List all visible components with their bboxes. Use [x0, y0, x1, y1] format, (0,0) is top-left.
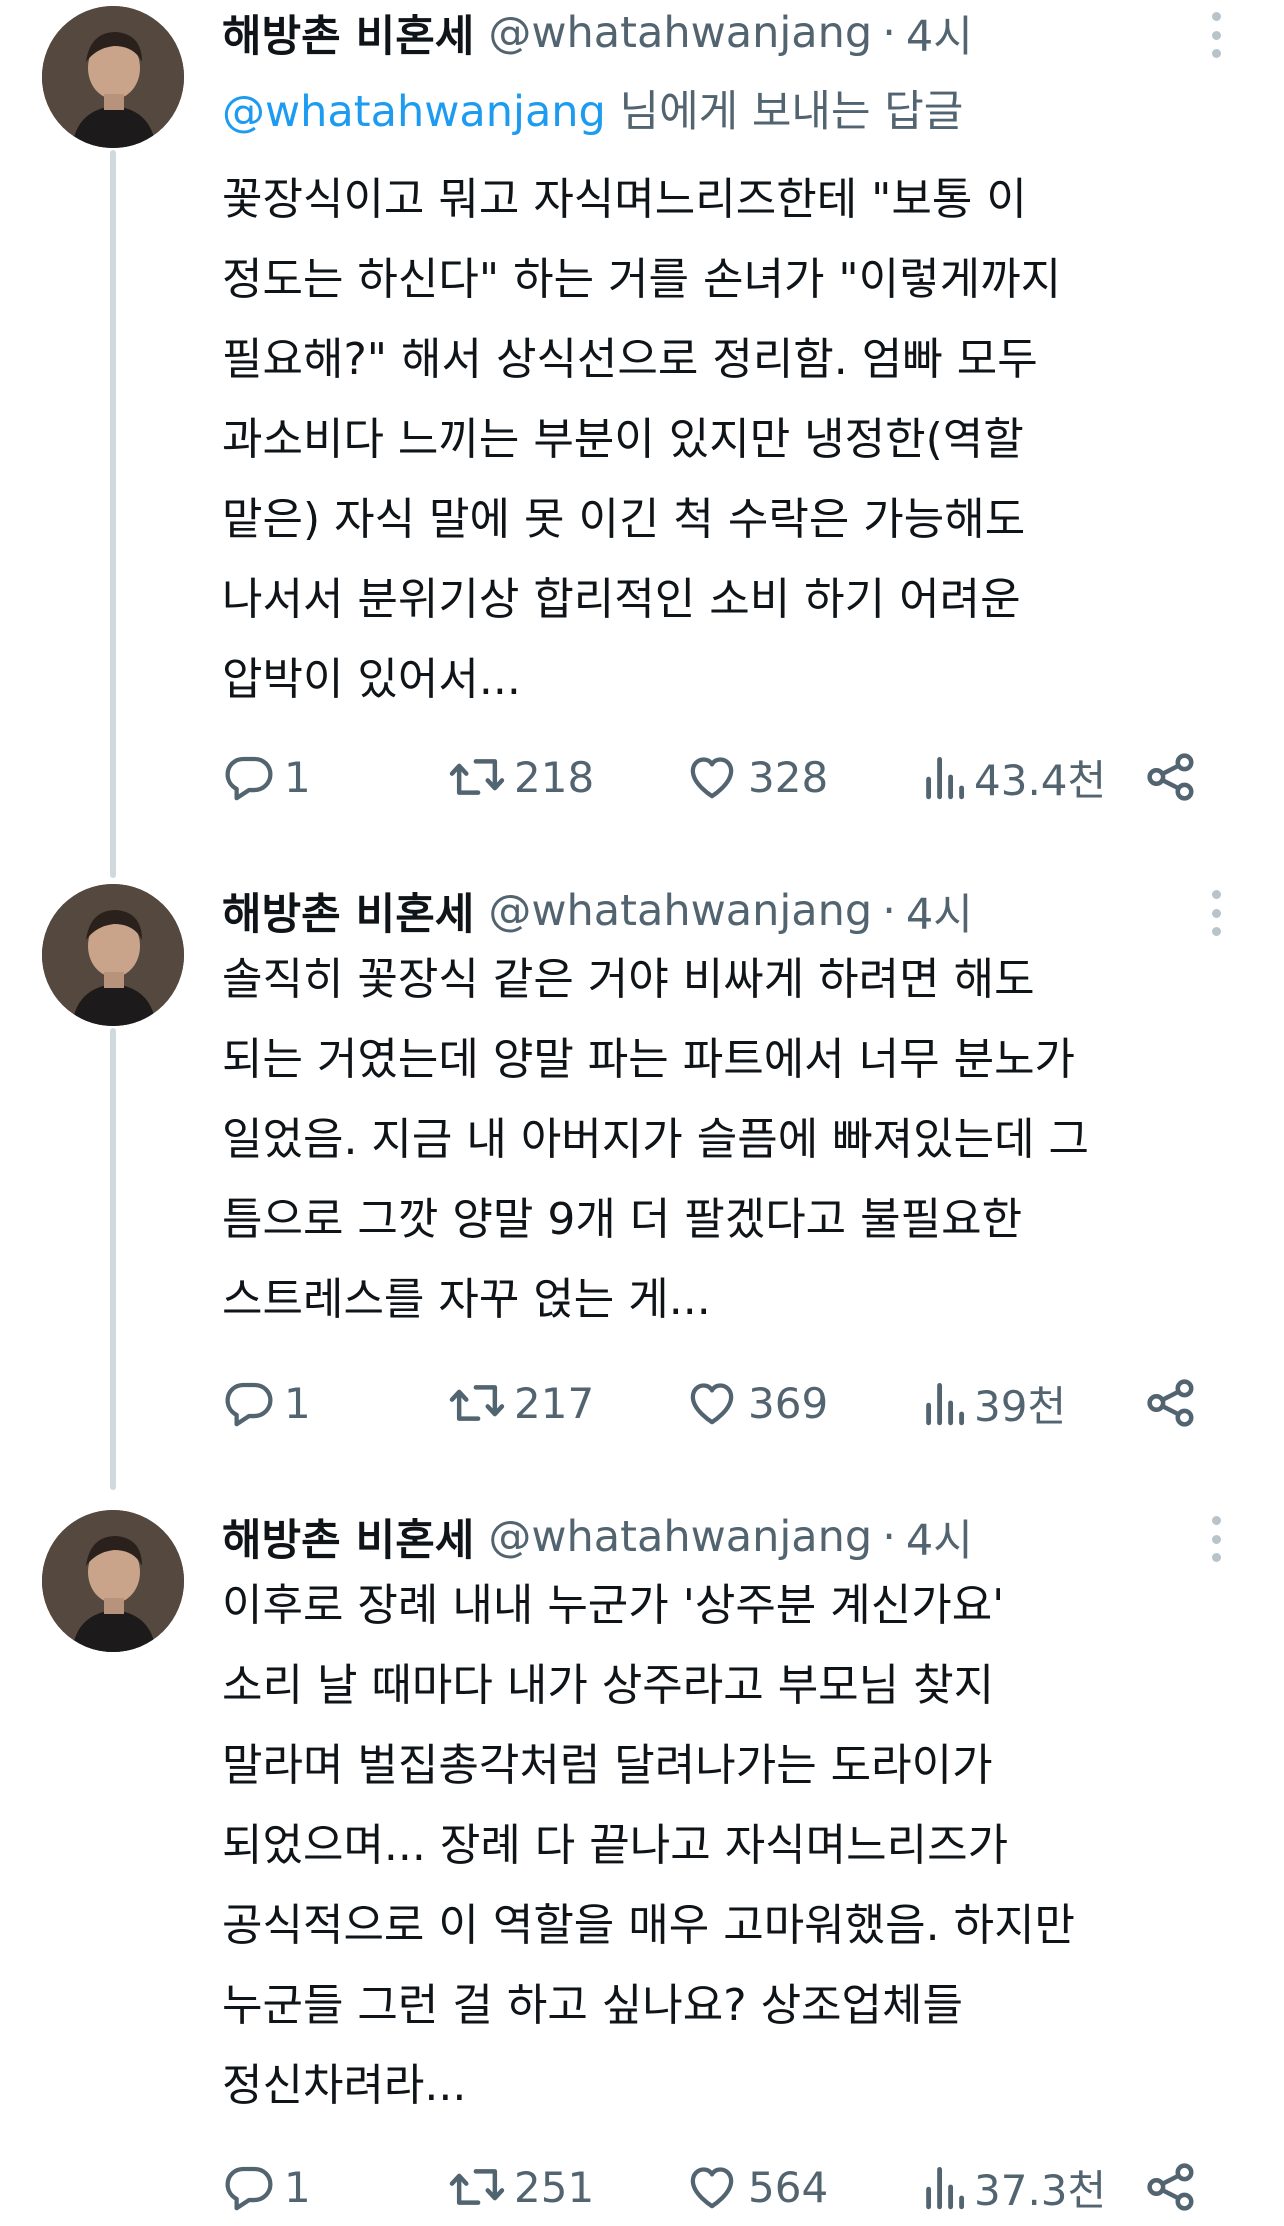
like-count: 564 [748, 2162, 829, 2212]
tweet-text: 이후로 장례 내내 누군가 '상주분 계신가요' 소리 날 때마다 내가 상주라… [222, 1566, 1232, 2126]
author-handle[interactable]: @whatahwanjang [488, 8, 872, 58]
author-name[interactable]: 해방촌 비혼세 [222, 2, 474, 64]
reply-icon [222, 1376, 276, 1430]
like-count: 328 [748, 752, 829, 802]
reply-mention[interactable]: @whatahwanjang [222, 87, 606, 137]
like-count: 369 [748, 1378, 829, 1428]
tweet-text: 솔직히 꽃장식 같은 거야 비싸게 하려면 해도 되는 거였는데 양말 파는 파… [222, 940, 1232, 1340]
tweet-text-line: 과소비다 느끼는 부분이 있지만 냉정한(역할 [222, 414, 1024, 465]
views-icon [922, 2160, 966, 2214]
tweet-text-line: 압박이 있어서... [222, 654, 521, 705]
tweet-text-line: 이후로 장례 내내 누군가 '상주분 계신가요' [222, 1580, 1005, 1631]
reply-button[interactable]: 1 [222, 742, 311, 812]
share-icon[interactable] [1144, 1376, 1198, 1434]
avatar[interactable] [42, 884, 184, 1026]
views-count: 43.4천 [974, 755, 1107, 805]
avatar[interactable] [42, 1510, 184, 1652]
reply-button[interactable]: 1 [222, 1368, 311, 1438]
tweet-text-line: 말라며 벌집총각처럼 달려나가는 도라이가 [222, 1740, 993, 1791]
reply-button[interactable]: 1 [222, 2152, 311, 2222]
separator-dot: · [882, 8, 896, 58]
reply-count: 1 [284, 752, 311, 802]
reply-count: 1 [284, 2162, 311, 2212]
share-icon[interactable] [1144, 2160, 1198, 2218]
tweet-text-line: 되었으며... 장례 다 끝나고 자식며느리즈가 [222, 1820, 1009, 1871]
tweet-header: 해방촌 비혼세 @whatahwanjang · 4시 [222, 878, 973, 944]
timestamp[interactable]: 4시 [906, 2, 973, 64]
tweet-text-line: 일었음. 지금 내 아버지가 슬픔에 빠져있는데 그 [222, 1114, 1090, 1165]
more-icon[interactable] [1196, 10, 1236, 60]
tweet-text-line: 공식적으로 이 역할을 매우 고마워했음. 하지만 [222, 1900, 1076, 1951]
thread-line [110, 1028, 116, 1490]
tweet-text-line: 스트레스를 자꾸 얹는 게... [222, 1274, 711, 1325]
reply-icon [222, 750, 276, 804]
tweet-text: 꽃장식이고 뭐고 자식며느리즈한테 "보통 이 정도는 하신다" 하는 거를 손… [222, 160, 1232, 720]
like-icon [684, 1376, 740, 1430]
views-icon [922, 750, 966, 804]
tweet-text-line: 꽃장식이고 뭐고 자식며느리즈한테 "보통 이 [222, 174, 1027, 225]
like-icon [684, 750, 740, 804]
more-icon[interactable] [1196, 1514, 1236, 1564]
tweet-text-line: 나서서 분위기상 합리적인 소비 하기 어려운 [222, 574, 1021, 625]
views-button[interactable]: 37.3천 [922, 2152, 1106, 2222]
author-name[interactable]: 해방촌 비혼세 [222, 1506, 474, 1568]
thread-line [110, 150, 116, 878]
tweet-text-line: 되는 거였는데 양말 파는 파트에서 너무 분노가 [222, 1034, 1076, 1085]
tweet-header: 해방촌 비혼세 @whatahwanjang · 4시 [222, 1504, 973, 1570]
retweet-button[interactable]: 218 [448, 742, 594, 812]
tweet-header: 해방촌 비혼세 @whatahwanjang · 4시 [222, 0, 973, 66]
reply-suffix: 님에게 보내는 답글 [605, 87, 964, 137]
like-button[interactable]: 328 [684, 742, 828, 812]
replying-to: @whatahwanjang 님에게 보내는 답글 [222, 80, 963, 144]
tweet-text-line: 틈으로 그깟 양말 9개 더 팔겠다고 불필요한 [222, 1194, 1023, 1245]
author-handle[interactable]: @whatahwanjang [488, 1512, 872, 1562]
views-button[interactable]: 43.4천 [922, 742, 1106, 812]
timestamp[interactable]: 4시 [906, 880, 973, 942]
retweet-icon [448, 750, 506, 804]
retweet-icon [448, 2160, 506, 2214]
avatar[interactable] [42, 6, 184, 148]
author-name[interactable]: 해방촌 비혼세 [222, 880, 474, 942]
more-icon[interactable] [1196, 888, 1236, 938]
separator-dot: · [882, 886, 896, 936]
like-button[interactable]: 369 [684, 1368, 828, 1438]
action-bar: 1 217 369 39천 [222, 1368, 1222, 1438]
views-button[interactable]: 39천 [922, 1368, 1066, 1438]
separator-dot: · [882, 1512, 896, 1562]
tweet-text-line: 정도는 하신다" 하는 거를 손녀가 "이렇게까지 [222, 254, 1062, 305]
retweet-button[interactable]: 217 [448, 1368, 594, 1438]
reply-icon [222, 2160, 276, 2214]
tweet-text-line: 정신차려라... [222, 2060, 467, 2111]
author-handle[interactable]: @whatahwanjang [488, 886, 872, 936]
action-bar: 1 251 564 37.3천 [222, 2152, 1222, 2222]
retweet-count: 218 [514, 752, 595, 802]
tweet-text-line: 소리 날 때마다 내가 상주라고 부모님 찾지 [222, 1660, 995, 1711]
timestamp[interactable]: 4시 [906, 1506, 973, 1568]
like-button[interactable]: 564 [684, 2152, 828, 2222]
share-icon[interactable] [1144, 750, 1198, 808]
tweet-text-line: 맡은) 자식 말에 못 이긴 척 수락은 가능해도 [222, 494, 1026, 545]
tweet-text-line: 필요해?" 해서 상식선으로 정리함. 엄빠 모두 [222, 334, 1038, 385]
action-bar: 1 218 328 43.4천 [222, 742, 1222, 812]
reply-count: 1 [284, 1378, 311, 1428]
tweet-text-line: 솔직히 꽃장식 같은 거야 비싸게 하려면 해도 [222, 954, 1035, 1005]
views-count: 39천 [974, 1381, 1067, 1431]
tweet-text-line: 누군들 그런 걸 하고 싶나요? 상조업체들 [222, 1980, 963, 2031]
views-icon [922, 1376, 966, 1430]
like-icon [684, 2160, 740, 2214]
retweet-count: 251 [514, 2162, 595, 2212]
views-count: 37.3천 [974, 2165, 1107, 2215]
retweet-icon [448, 1376, 506, 1430]
retweet-button[interactable]: 251 [448, 2152, 594, 2222]
retweet-count: 217 [514, 1378, 595, 1428]
